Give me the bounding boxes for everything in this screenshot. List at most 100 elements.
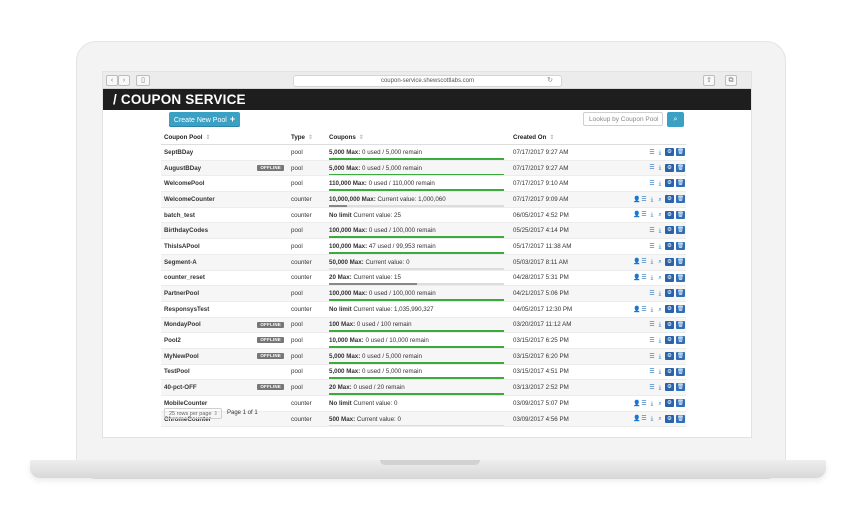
edit-button[interactable]: ⚙: [665, 320, 674, 329]
list-icon[interactable]: ☰: [649, 164, 655, 171]
user-icon[interactable]: 👤: [633, 400, 640, 407]
download-icon[interactable]: ⤓: [657, 385, 663, 392]
list-icon[interactable]: ☰: [641, 306, 647, 313]
lookup-icon[interactable]: ⌕: [657, 416, 663, 423]
lookup-icon[interactable]: ⌕: [657, 259, 663, 266]
list-icon[interactable]: ☰: [649, 180, 655, 187]
download-icon[interactable]: ⤓: [657, 291, 663, 298]
delete-button[interactable]: 🗑: [676, 179, 685, 188]
delete-button[interactable]: 🗑: [676, 226, 685, 235]
download-icon[interactable]: ⤓: [649, 259, 655, 266]
table-row[interactable]: Segment-A counter 50,000 Max: Current valu…: [161, 254, 686, 271]
search-button[interactable]: ⌕: [667, 112, 684, 127]
table-row[interactable]: 40-pct-OFF OFFLINE pool 20 Max: 0 used / 20…: [161, 379, 686, 396]
column-header-type[interactable]: Type ⇕: [288, 130, 326, 145]
edit-button[interactable]: ⚙: [665, 336, 674, 345]
delete-button[interactable]: 🗑: [676, 383, 685, 392]
download-icon[interactable]: ⤓: [657, 338, 663, 345]
edit-button[interactable]: ⚙: [665, 163, 674, 172]
list-icon[interactable]: ☰: [641, 415, 647, 422]
edit-button[interactable]: ⚙: [665, 242, 674, 251]
column-header-created-on[interactable]: Created On ⇕: [510, 130, 610, 145]
delete-button[interactable]: 🗑: [676, 351, 685, 360]
list-icon[interactable]: ☰: [641, 274, 647, 281]
sidebar-toggle-icon[interactable]: ▯: [136, 75, 150, 86]
list-icon[interactable]: ☰: [649, 368, 655, 375]
list-icon[interactable]: ☰: [641, 211, 647, 218]
back-button[interactable]: ‹: [106, 75, 118, 86]
address-bar[interactable]: coupon-service.shewscottlabs.com ↻: [293, 75, 562, 87]
edit-button[interactable]: ⚙: [665, 289, 674, 298]
download-icon[interactable]: ⤓: [649, 212, 655, 219]
lookup-input[interactable]: Lookup by Coupon Pool: [583, 112, 663, 126]
delete-button[interactable]: 🗑: [676, 336, 685, 345]
download-icon[interactable]: ⤓: [649, 275, 655, 282]
table-row[interactable]: counter_reset counter 20 Max: Current valu…: [161, 270, 686, 287]
user-icon[interactable]: 👤: [633, 258, 640, 265]
list-icon[interactable]: ☰: [641, 258, 647, 265]
reload-icon[interactable]: ↻: [547, 76, 553, 86]
forward-button[interactable]: ›: [118, 75, 130, 86]
table-row[interactable]: PartnerPool pool 100,000 Max: 0 used / 100…: [161, 285, 686, 302]
user-icon[interactable]: 👤: [633, 196, 640, 203]
delete-button[interactable]: 🗑: [676, 273, 685, 282]
list-icon[interactable]: ☰: [649, 243, 655, 250]
delete-button[interactable]: 🗑: [676, 148, 685, 157]
delete-button[interactable]: 🗑: [676, 257, 685, 266]
edit-button[interactable]: ⚙: [665, 257, 674, 266]
edit-button[interactable]: ⚙: [665, 399, 674, 408]
download-icon[interactable]: ⤓: [657, 322, 663, 329]
lookup-icon[interactable]: ⌕: [657, 401, 663, 408]
download-icon[interactable]: ⤓: [649, 307, 655, 314]
delete-button[interactable]: 🗑: [676, 242, 685, 251]
user-icon[interactable]: 👤: [633, 306, 640, 313]
download-icon[interactable]: ⤓: [649, 401, 655, 408]
user-icon[interactable]: 👤: [633, 415, 640, 422]
table-row[interactable]: batch_test counter No limit Current value:…: [161, 207, 686, 224]
table-row[interactable]: BirthdayCodes pool 100,000 Max: 0 used / 1…: [161, 222, 686, 240]
delete-button[interactable]: 🗑: [676, 414, 685, 423]
download-icon[interactable]: ⤓: [657, 354, 663, 361]
list-icon[interactable]: ☰: [649, 384, 655, 391]
edit-button[interactable]: ⚙: [665, 304, 674, 313]
download-icon[interactable]: ⤓: [649, 416, 655, 423]
delete-button[interactable]: 🗑: [676, 367, 685, 376]
edit-button[interactable]: ⚙: [665, 179, 674, 188]
tabs-icon[interactable]: ⧉: [725, 75, 737, 86]
table-row[interactable]: AugustBDay OFFLINE pool 5,000 Max: 0 used /…: [161, 160, 686, 177]
share-icon[interactable]: ⇧: [703, 75, 715, 86]
table-row[interactable]: WelcomeCounter counter 10,000,000 Max: Cur…: [161, 191, 686, 208]
edit-button[interactable]: ⚙: [665, 351, 674, 360]
download-icon[interactable]: ⤓: [657, 150, 663, 157]
lookup-icon[interactable]: ⌕: [657, 212, 663, 219]
table-row[interactable]: MondayPool OFFLINE pool 100 Max: 0 used / 1…: [161, 317, 686, 334]
table-row[interactable]: WelcomePool pool 110,000 Max: 0 used / 110…: [161, 175, 686, 193]
delete-button[interactable]: 🗑: [676, 195, 685, 204]
list-icon[interactable]: ☰: [641, 400, 647, 407]
lookup-icon[interactable]: ⌕: [657, 197, 663, 204]
column-header-coupon-pool[interactable]: Coupon Pool ⇕: [161, 130, 288, 145]
list-icon[interactable]: ☰: [649, 290, 655, 297]
user-icon[interactable]: 👤: [633, 211, 640, 218]
download-icon[interactable]: ⤓: [657, 165, 663, 172]
table-row[interactable]: SeptBDay pool 5,000 Max: 0 used / 5,000 re…: [161, 144, 686, 161]
list-icon[interactable]: ☰: [649, 337, 655, 344]
table-row[interactable]: ResponsysTest counter No limit Current val…: [161, 301, 686, 318]
edit-button[interactable]: ⚙: [665, 195, 674, 204]
delete-button[interactable]: 🗑: [676, 399, 685, 408]
user-icon[interactable]: 👤: [633, 274, 640, 281]
delete-button[interactable]: 🗑: [676, 289, 685, 298]
rows-per-page-select[interactable]: 25 rows per page ⇕: [164, 408, 222, 419]
edit-button[interactable]: ⚙: [665, 210, 674, 219]
delete-button[interactable]: 🗑: [676, 304, 685, 313]
edit-button[interactable]: ⚙: [665, 367, 674, 376]
table-row[interactable]: MyNewPool OFFLINE pool 5,000 Max: 0 used / …: [161, 348, 686, 365]
list-icon[interactable]: ☰: [649, 353, 655, 360]
list-icon[interactable]: ☰: [641, 196, 647, 203]
download-icon[interactable]: ⤓: [657, 228, 663, 235]
table-row[interactable]: TestPool pool 5,000 Max: 0 used / 5,000 re…: [161, 364, 686, 381]
edit-button[interactable]: ⚙: [665, 273, 674, 282]
download-icon[interactable]: ⤓: [649, 197, 655, 204]
list-icon[interactable]: ☰: [649, 321, 655, 328]
download-icon[interactable]: ⤓: [657, 369, 663, 376]
